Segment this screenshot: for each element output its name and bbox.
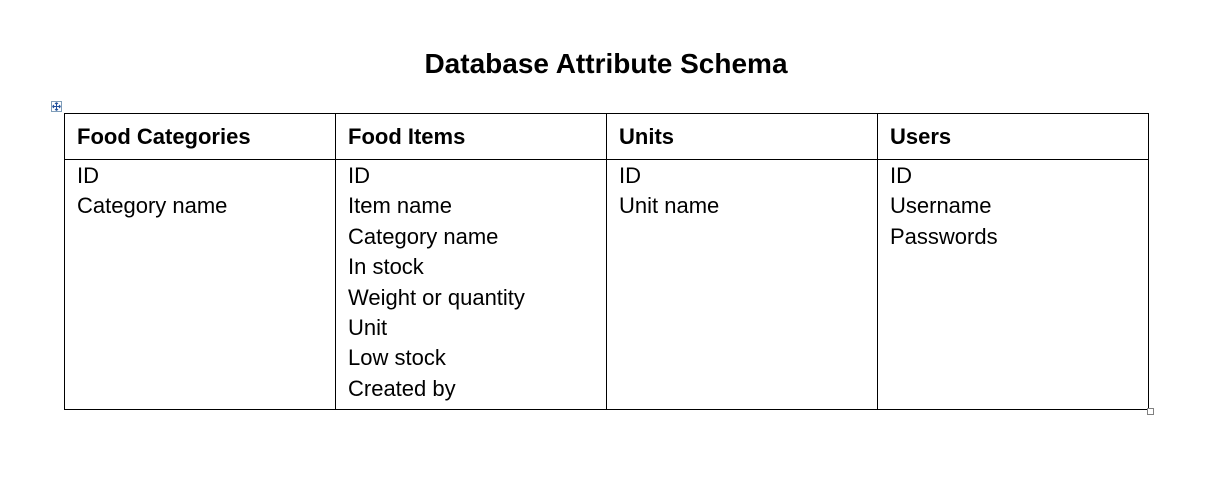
attribute-item: Category name <box>348 223 499 249</box>
attribute-item: Unit name <box>619 193 720 219</box>
column-header-users: Users <box>877 113 1149 160</box>
attribute-item: ID <box>619 163 641 188</box>
attribute-item: Username <box>890 193 992 219</box>
users-attributes-cell[interactable]: ID Username Passwords <box>877 159 1149 410</box>
attribute-item: Unit <box>348 315 388 341</box>
attribute-item: Weight or quantity <box>348 284 525 310</box>
attribute-item: ID <box>348 163 370 188</box>
attribute-item: ID <box>890 163 912 188</box>
column-header-food-items: Food Items <box>335 113 607 160</box>
attribute-item: ID <box>77 163 99 188</box>
schema-table: Food Categories Food Items Units Users I… <box>64 113 1149 410</box>
attribute-item: Item name <box>348 193 452 219</box>
attribute-item: Passwords <box>890 223 998 249</box>
move-cross-icon <box>52 102 61 111</box>
document-title: Database Attribute Schema <box>424 48 788 79</box>
column-header-food-categories: Food Categories <box>64 113 336 160</box>
header-row: Food Categories Food Items Units Users <box>64 113 1149 160</box>
column-header-units: Units <box>606 113 878 160</box>
attribute-item: In stock <box>348 254 424 280</box>
attribute-item: Low stock <box>348 345 446 371</box>
resize-square-icon[interactable] <box>1147 408 1154 415</box>
table-move-handle-icon[interactable] <box>51 101 62 112</box>
food-categories-attributes-cell[interactable]: ID Category name <box>64 159 336 410</box>
attribute-item: Category name <box>77 193 228 219</box>
attributes-row: ID Category name ID Item name Category n… <box>64 159 1149 410</box>
food-items-attributes-cell[interactable]: ID Item name Category name In stock Weig… <box>335 159 607 410</box>
units-attributes-cell[interactable]: ID Unit name <box>606 159 878 410</box>
attribute-item: Created by <box>348 375 456 401</box>
